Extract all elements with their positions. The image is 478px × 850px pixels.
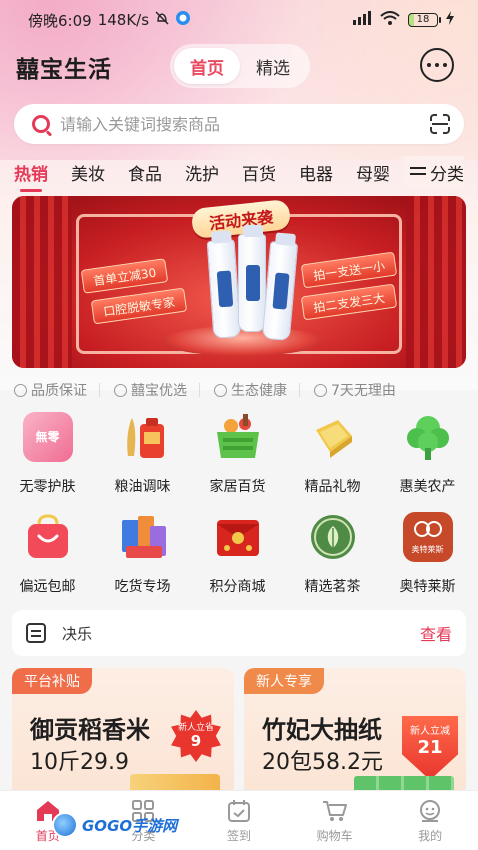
notice-text: 决乐	[62, 624, 93, 643]
promo-card-tissue[interactable]: 新人专享 竹妃大抽纸 20包58.2元 新人立减 21	[244, 668, 466, 796]
grid-item-gifts[interactable]: 精品礼物	[285, 408, 380, 500]
tab-bar-cart[interactable]: 购物车	[287, 791, 383, 850]
promo-card-rice[interactable]: 平台补贴 御贡稻香米 10斤29.9 新人立省 9	[12, 668, 234, 796]
return-icon	[314, 383, 327, 397]
search-icon	[32, 115, 50, 133]
menu-icon	[410, 165, 426, 179]
category-mother-baby[interactable]: 母婴	[356, 160, 390, 185]
category-hot[interactable]: 热销	[14, 160, 48, 192]
check-circle-icon	[14, 383, 27, 397]
scan-icon[interactable]	[430, 114, 450, 134]
status-time: 傍晚6:09	[28, 11, 92, 30]
all-categories-button[interactable]: 分类	[396, 156, 464, 188]
card-title: 竹妃大抽纸	[262, 716, 382, 744]
category-general-goods[interactable]: 百货	[242, 160, 276, 185]
app-notification-icon	[175, 10, 191, 30]
tab-home[interactable]: 首页	[174, 48, 240, 84]
signal-icon	[352, 11, 372, 29]
tab-bar-profile[interactable]: 我的	[382, 791, 478, 850]
feature-grid: 無零 无零护肤 粮油调味 家居百货 精品礼物 惠美农产 偏远包邮 吃货专场 积分…	[0, 408, 478, 600]
calendar-check-icon	[226, 799, 252, 823]
gift-icon	[308, 412, 358, 462]
grid-item-agri[interactable]: 惠美农产	[380, 408, 475, 500]
notice-bar[interactable]: 决乐 查看	[12, 610, 466, 656]
header-tab-switch: 首页 精选	[170, 44, 310, 88]
curtain-left	[12, 196, 72, 368]
guarantee-item: 品质保证	[0, 383, 100, 399]
category-appliances[interactable]: 电器	[299, 160, 333, 185]
card-price: 10斤29.9	[30, 750, 129, 775]
guarantee-strip: 品质保证 囍宝优选 生态健康 7天无理由	[0, 378, 478, 402]
skincare-icon: 無零	[22, 412, 73, 462]
message-button[interactable]	[420, 48, 454, 82]
guarantee-item: 生态健康	[200, 383, 300, 399]
battery-indicator: 18	[408, 13, 441, 27]
grid-item-free-shipping[interactable]: 偏远包邮	[0, 508, 95, 600]
category-beauty[interactable]: 美妆	[71, 160, 105, 185]
guarantee-item: 7天无理由	[300, 383, 408, 399]
leaf-icon	[214, 383, 227, 397]
grid-item-snacks[interactable]: 吃货专场	[95, 508, 190, 600]
grid-item-home-goods[interactable]: 家居百货	[190, 408, 285, 500]
profile-icon	[417, 799, 443, 823]
watermark-logo-icon	[52, 812, 78, 838]
discount-burst: 新人立省 9	[171, 710, 221, 762]
tab-featured[interactable]: 精选	[240, 48, 306, 84]
grid-item-outlets[interactable]: 奥特莱斯 奥特莱斯	[380, 508, 475, 600]
card-price: 20包58.2元	[262, 750, 383, 775]
app-brand: 囍宝生活	[16, 57, 112, 83]
curtain-right	[406, 196, 466, 368]
toothpaste-image	[238, 225, 266, 332]
promo-banner[interactable]: 活动来袭 首单立减30 口腔脱敏专家 拍一支送一小 拍二支发三大	[12, 196, 466, 368]
view-notice-link[interactable]: 查看	[420, 621, 452, 645]
category-personal-care[interactable]: 洗护	[185, 160, 219, 185]
card-badge: 新人专享	[244, 668, 324, 694]
red-envelope-icon	[213, 512, 263, 562]
grid-item-skincare[interactable]: 無零 无零护肤	[0, 408, 95, 500]
category-food[interactable]: 食品	[128, 160, 162, 185]
search-input[interactable]	[60, 114, 430, 134]
thumbs-up-icon	[114, 383, 127, 397]
discount-arrow-tag: 新人立减 21	[402, 716, 458, 780]
card-badge: 平台补贴	[12, 668, 92, 694]
grain-oil-icon	[118, 412, 168, 462]
watermark: GOGO手游网	[52, 812, 177, 838]
search-bar[interactable]	[14, 104, 464, 144]
chat-dots-icon	[427, 63, 431, 67]
tree-icon	[403, 412, 453, 462]
snacks-icon	[118, 512, 168, 562]
all-categories-label: 分类	[430, 164, 464, 185]
shopping-bag-icon	[23, 512, 73, 562]
outlets-icon: 奥特莱斯	[402, 512, 453, 562]
mute-icon	[155, 11, 169, 29]
charging-icon	[446, 11, 454, 29]
wifi-icon	[380, 11, 400, 29]
tea-icon	[308, 512, 358, 562]
grid-item-points-mall[interactable]: 积分商城	[190, 508, 285, 600]
tab-bar-checkin[interactable]: 签到	[191, 791, 287, 850]
basket-icon	[213, 412, 263, 462]
network-speed: 148K/s	[97, 11, 150, 29]
notice-icon	[26, 623, 46, 643]
grid-item-tea[interactable]: 精选茗茶	[285, 508, 380, 600]
cart-icon	[322, 799, 348, 823]
grid-item-grain-oil[interactable]: 粮油调味	[95, 408, 190, 500]
card-title: 御贡稻香米	[30, 716, 150, 744]
status-bar: 傍晚6:09 148K/s 18	[0, 0, 478, 40]
guarantee-item: 囍宝优选	[100, 383, 200, 399]
